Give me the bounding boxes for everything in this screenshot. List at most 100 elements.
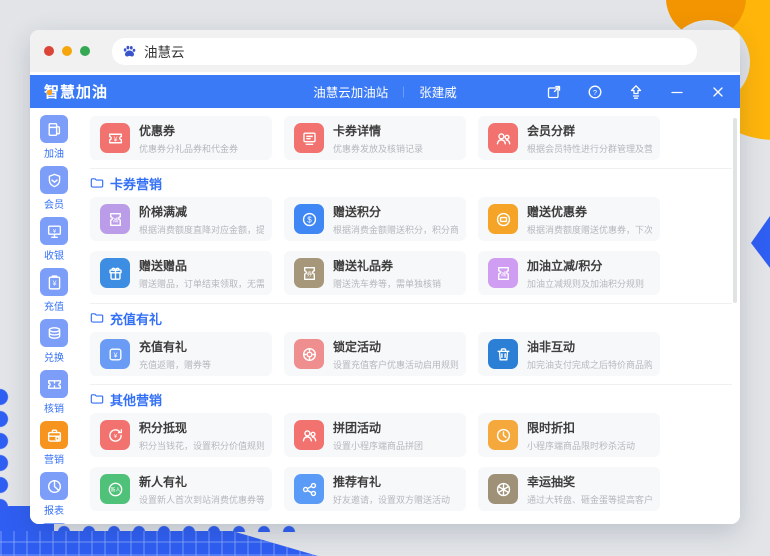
sidebar-item-verify[interactable]: 核销 xyxy=(30,368,78,417)
card-description: 设置充值客户优惠活动启用规则 xyxy=(333,359,458,370)
close-icon[interactable] xyxy=(710,84,726,100)
svg-text:减: 减 xyxy=(112,215,118,223)
external-link-icon[interactable] xyxy=(546,84,562,100)
card-lock-activity[interactable]: 锁定活动设置充值客户优惠活动启用规则 xyxy=(284,332,466,376)
card-referral-gift[interactable]: 推荐有礼 好友邀请，设置双方赠送活动 xyxy=(284,467,466,511)
paw-icon xyxy=(123,45,136,56)
svg-text:?: ? xyxy=(593,87,597,96)
card-gift-item[interactable]: 赠送赠品赠送赠品，订单结束领取，无需核销 xyxy=(90,251,272,295)
sidebar-item-label: 营销 xyxy=(44,455,64,466)
clock-icon xyxy=(488,420,518,450)
group-buy-icon xyxy=(294,420,324,450)
section-title: 充值有礼 xyxy=(110,311,163,327)
gift-box-icon xyxy=(100,258,130,288)
marketing-briefcase-icon xyxy=(40,421,68,449)
zoom-traffic-light[interactable] xyxy=(80,46,90,56)
card-oil-interact[interactable]: 油非互动加完油支付完成之后特价商品购买权 xyxy=(478,332,660,376)
svg-text:¥: ¥ xyxy=(52,280,56,287)
section-cards-row: ¥ 充值有礼 充值返赠，赠券等 锁定活动 设置充值客户优惠活动启用规则 油非互动 加完油支付… xyxy=(90,332,660,376)
sidebar: 加油会员 ¥ 收银 ¥ 充值兑换核销营销报表设置 xyxy=(30,108,78,524)
section-header-2: 充值有礼 xyxy=(90,304,740,332)
logo-accent-dot xyxy=(47,90,52,95)
url-bar[interactable]: 油慧云 xyxy=(112,37,697,65)
station-name: 油慧云加油站 xyxy=(313,86,389,100)
card-points-cash[interactable]: ¥ 积分抵现 积分当钱花，设置积分价值规则 xyxy=(90,413,272,457)
card-newcomer-gift[interactable]: 新人 新人有礼设置新人首次到站消费优惠券等 xyxy=(90,467,272,511)
card-coupon[interactable]: ¥ 优惠券优惠券分礼品券和代金券 xyxy=(90,116,272,160)
ticket-reduce-icon: 减 xyxy=(100,204,130,234)
newbie-icon: 新人 xyxy=(100,474,130,504)
svg-text:¥: ¥ xyxy=(113,136,117,143)
card-time-discount[interactable]: 限时折扣 小程序端商品限时秒杀活动 xyxy=(478,413,660,457)
help-icon[interactable]: ? xyxy=(587,84,603,100)
card-title: 阶梯满减 xyxy=(139,204,188,219)
card-description: 加完油支付完成之后特价商品购买权 xyxy=(527,359,652,370)
card-recharge-gift[interactable]: ¥ 充值有礼 充值返赠，赠券等 xyxy=(90,332,272,376)
card-gift-points[interactable]: $ 赠送积分根据消费金额赠送积分，积分商城可应用 xyxy=(284,197,466,241)
sidebar-item-recharge[interactable]: ¥ 充值 xyxy=(30,266,78,315)
card-title: 优惠券 xyxy=(139,123,176,138)
close-traffic-light[interactable] xyxy=(44,46,54,56)
card-card-detail[interactable]: 卡券详情 优惠券发放及核销记录 xyxy=(284,116,466,160)
card-description: 优惠券发放及核销记录 xyxy=(333,143,424,154)
sidebar-item-label: 兑换 xyxy=(44,353,64,364)
card-title: 新人有礼 xyxy=(139,474,188,489)
card-title: 油非互动 xyxy=(527,339,576,354)
target-icon xyxy=(294,339,324,369)
sidebar-item-label: 充值 xyxy=(44,302,64,313)
card-description: 设置新人首次到站消费优惠券等 xyxy=(139,494,264,505)
upgrade-icon[interactable] xyxy=(628,84,644,100)
coupon-circle-icon xyxy=(488,204,518,234)
sidebar-item-member[interactable]: 会员 xyxy=(30,164,78,213)
yen-square-icon: ¥ xyxy=(100,339,130,369)
sidebar-item-cashier[interactable]: ¥ 收银 xyxy=(30,215,78,264)
sidebar-item-refuel[interactable]: 加油 xyxy=(30,113,78,162)
scallop-teeth-decoration xyxy=(52,524,302,532)
card-description: 积分当钱花，设置积分价值规则 xyxy=(139,440,264,451)
svg-text:¥: ¥ xyxy=(113,433,117,439)
sidebar-item-report[interactable]: 报表 xyxy=(30,470,78,519)
gift-ticket-icon: 券 xyxy=(294,258,324,288)
card-description: 设置小程序端商品拼团 xyxy=(333,440,424,451)
card-description: 根据消费额度直降对应金额，提高加满率 xyxy=(139,224,264,235)
card-lucky-draw[interactable]: 幸运抽奖通过大转盘、砸金蛋等提高客户粘性 xyxy=(478,467,660,511)
card-description: 优惠券分礼品券和代金券 xyxy=(139,143,239,154)
card-fuel-discount[interactable]: 减 加油立减/积分 加油立减规则及加油积分规则 xyxy=(478,251,660,295)
sidebar-item-exchange[interactable]: 兑换 xyxy=(30,317,78,366)
card-description: 根据消费额度赠送优惠券，下次使用 xyxy=(527,224,652,235)
fuel-pump-icon xyxy=(40,115,68,143)
card-title: 拼团活动 xyxy=(333,420,382,435)
report-chart-icon xyxy=(40,472,68,500)
card-record-icon xyxy=(294,123,324,153)
sidebar-item-marketing[interactable]: 营销 xyxy=(30,419,78,468)
card-title: 赠送积分 xyxy=(333,204,382,219)
card-member-group[interactable]: 会员分群 根据会员特性进行分群管理及营销 xyxy=(478,116,660,160)
card-group-buy[interactable]: 拼团活动设置小程序端商品拼团 xyxy=(284,413,466,457)
card-description: 根据消费金额赠送积分，积分商城可应用 xyxy=(333,224,458,235)
ticket-verify-icon xyxy=(40,370,68,398)
header-actions: ? xyxy=(546,84,726,100)
card-title: 推荐有礼 xyxy=(333,474,382,489)
card-description: 充值返赠，赠券等 xyxy=(139,359,212,370)
cashier-monitor-icon: ¥ xyxy=(40,217,68,245)
card-title: 幸运抽奖 xyxy=(527,474,576,489)
url-text: 油慧云 xyxy=(144,45,185,60)
sidebar-item-label: 收银 xyxy=(44,251,64,262)
card-description: 赠送洗车券等，需单独核销 xyxy=(333,278,442,289)
svg-text:¥: ¥ xyxy=(113,352,117,359)
app-body: 加油会员 ¥ 收银 ¥ 充值兑换核销营销报表设置 ¥ 优惠券优惠券分礼品券和代金券 卡券详情… xyxy=(30,108,740,524)
app-logo: 智慧加油 xyxy=(44,81,108,102)
card-gift-coupon[interactable]: 赠送优惠券根据消费额度赠送优惠券，下次使用 xyxy=(478,197,660,241)
coin-dollar-icon: $ xyxy=(294,204,324,234)
minimize-traffic-light[interactable] xyxy=(62,46,72,56)
card-ladder-discount[interactable]: 减 阶梯满减根据消费额度直降对应金额，提高加满率 xyxy=(90,197,272,241)
card-title: 赠送赠品 xyxy=(139,258,188,273)
sidebar-item-settings[interactable]: 设置 xyxy=(30,521,78,524)
card-title: 锁定活动 xyxy=(333,339,382,354)
minimize-icon[interactable] xyxy=(669,84,685,100)
top-cards-row: ¥ 优惠券优惠券分礼品券和代金券 卡券详情 优惠券发放及核销记录 会员分群 根据会员特性进… xyxy=(90,116,660,160)
traffic-lights xyxy=(44,46,90,56)
app-header: 智慧加油 油慧云加油站 ｜ 张建威 ? xyxy=(30,75,740,108)
scrollbar-thumb[interactable] xyxy=(733,118,737,303)
card-gift-ticket[interactable]: 券 赠送礼品券 赠送洗车券等，需单独核销 xyxy=(284,251,466,295)
